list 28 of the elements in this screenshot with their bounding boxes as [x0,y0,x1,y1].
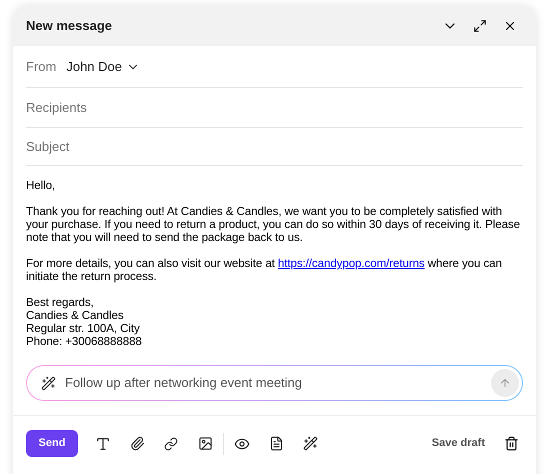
body-paragraph: Hello, [26,179,56,192]
ai-prompt-field[interactable]: Follow up after networking event meeting [26,365,523,401]
body-paragraph: Thank you for reaching out! At Candies & Candles, we want you to be completely satisfied with your purchase. If you need to return a product, you can do so within 30 days of receiving it. Please note that you will need to send the package back to us. [26,205,521,244]
save-draft-button[interactable]: Save draft [432,435,485,452]
from-label: From [26,58,56,76]
sender-dropdown[interactable]: John Doe [66,56,140,76]
window-title: New message [26,17,113,36]
prompt-input[interactable]: Follow up after networking event meeting [65,373,482,393]
expand-icon [473,19,487,33]
image-icon [198,436,212,451]
paperclip-icon [130,436,144,451]
magic-wand-icon [302,436,318,451]
signature-line: Phone: +30068888888 [26,335,143,348]
magic-wand-icon [41,376,56,390]
trash-icon [504,436,518,451]
website-link[interactable]: https://candypop.com/returns [278,257,425,270]
text-size-icon [95,436,111,452]
link-icon [164,436,178,450]
signature-line: Regular str. 100A, City [26,322,141,335]
subject-field[interactable]: Subject [26,128,523,166]
body-paragraph: For more details, you can also visit our website at https://candypop.com/returns where you can initiate the return process. [26,257,503,283]
close-icon [503,19,517,33]
signature-line: Best regards, [26,296,95,309]
signature-line: Candies & Candles [26,309,125,322]
document-icon [268,436,284,451]
recipients-field[interactable]: Recipients [26,88,523,128]
arrow-up-icon [499,377,511,389]
send-button[interactable]: Send [26,430,78,457]
